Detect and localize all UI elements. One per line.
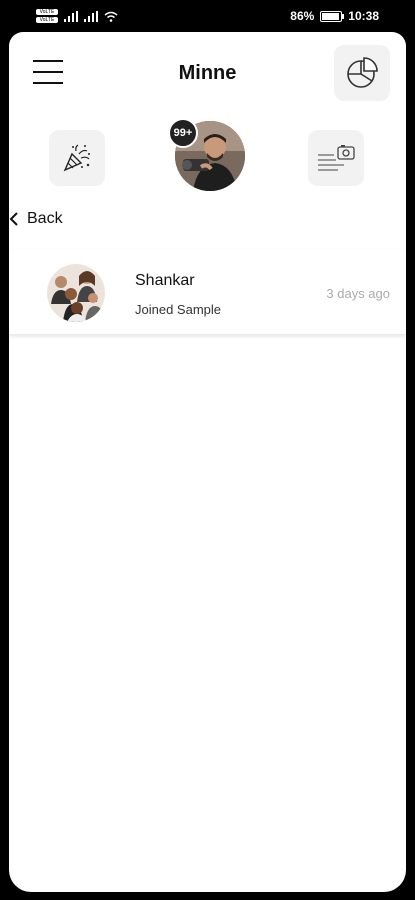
pie-chart-button[interactable] (334, 45, 390, 101)
party-popper-icon (63, 144, 90, 172)
status-left: VoLTE VoLTE (36, 9, 118, 23)
group-photo (47, 264, 105, 322)
news-photo-icon (318, 145, 355, 171)
news-button[interactable] (308, 130, 364, 186)
chevron-left-icon (9, 212, 18, 226)
device-frame: VoLTE VoLTE 86% 10:38 Minne 99+ Back Sha… (0, 0, 415, 900)
group-avatar (47, 264, 105, 322)
app-screen: Minne 99+ Back Shankar Joined Sample 3 d… (9, 32, 406, 892)
sim-indicators: VoLTE VoLTE (36, 9, 58, 23)
battery-icon (320, 10, 345, 22)
wifi-icon (104, 11, 118, 22)
pie-chart-icon (347, 57, 378, 88)
notification-name: Shankar (135, 272, 195, 289)
signal2-icon (84, 10, 98, 22)
sim1-icon: VoLTE (36, 9, 58, 15)
notification-list-item[interactable]: Shankar Joined Sample 3 days ago (9, 250, 406, 334)
status-bar: VoLTE VoLTE 86% 10:38 (0, 0, 415, 32)
clock: 10:38 (348, 9, 379, 23)
back-label: Back (27, 210, 63, 227)
notification-time: 3 days ago (326, 286, 390, 301)
notification-count-badge: 99+ (168, 118, 198, 148)
celebrate-button[interactable] (49, 130, 105, 186)
signal-icon (64, 10, 78, 22)
back-button[interactable]: Back (9, 210, 63, 228)
status-right: 86% 10:38 (290, 9, 379, 23)
notification-message: Joined Sample (135, 302, 221, 317)
sim2-icon: VoLTE (36, 17, 58, 23)
battery-percent: 86% (290, 9, 315, 23)
